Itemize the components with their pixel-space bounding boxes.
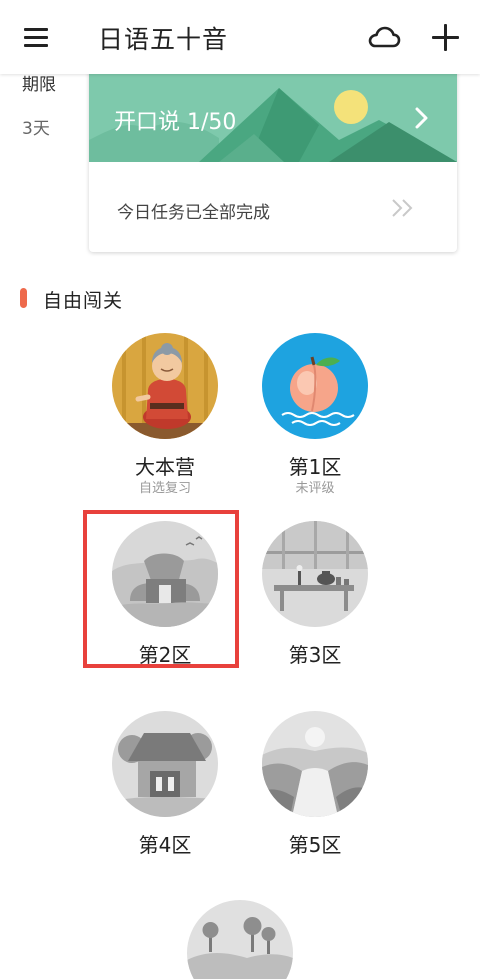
plus-icon[interactable] [432,24,460,52]
daily-task-card: 开口说 1/50 今日任务已全部完成 [89,60,457,252]
speaking-task-banner[interactable]: 开口说 1/50 [89,60,457,162]
level-area-4[interactable]: 第4区 [95,711,235,857]
level-name: 第4区 [138,833,192,857]
hills-trees-icon [187,900,293,979]
level-area-3[interactable]: 第3区 [245,521,385,667]
level-area-6[interactable] [170,900,310,979]
page-title: 日语五十音 [98,25,229,54]
task-status-text: 今日任务已全部完成 [117,203,270,223]
section-title: 自由闯关 [43,290,124,312]
level-base-camp[interactable]: 大本营 自选复习 [95,333,235,497]
level-name: 第2区 [138,643,192,667]
app-screen: 日语五十音 期限 3天 开口说 1/50 今日任务已全部完成 自由闯关 大本营 … [0,0,480,979]
level-subtitle: 自选复习 [138,481,191,496]
banner-title: 开口说 1/50 [114,110,237,135]
level-name: 第1区 [288,455,342,479]
double-chevron-right-icon[interactable] [389,196,419,220]
chevron-right-icon [411,104,431,132]
peach-icon [262,333,368,439]
level-area-5[interactable]: 第5区 [245,711,385,857]
cloud-icon[interactable] [366,24,402,52]
section-accent-bar [20,288,27,308]
level-subtitle: 未评级 [295,481,335,496]
tea-room-icon [262,521,368,627]
old-woman-avatar-icon [112,333,218,439]
level-area-1[interactable]: 第1区 未评级 [245,333,385,497]
level-name: 大本营 [135,455,195,479]
deadline-value: 3天 [22,119,50,139]
thatched-hut-icon [112,521,218,627]
level-area-2[interactable]: 第2区 [95,521,235,667]
village-house-icon [112,711,218,817]
menu-icon[interactable] [22,25,52,49]
level-name: 第5区 [288,833,342,857]
level-name: 第3区 [288,643,342,667]
mountain-river-icon [262,711,368,817]
top-app-bar: 日语五十音 [0,0,480,74]
